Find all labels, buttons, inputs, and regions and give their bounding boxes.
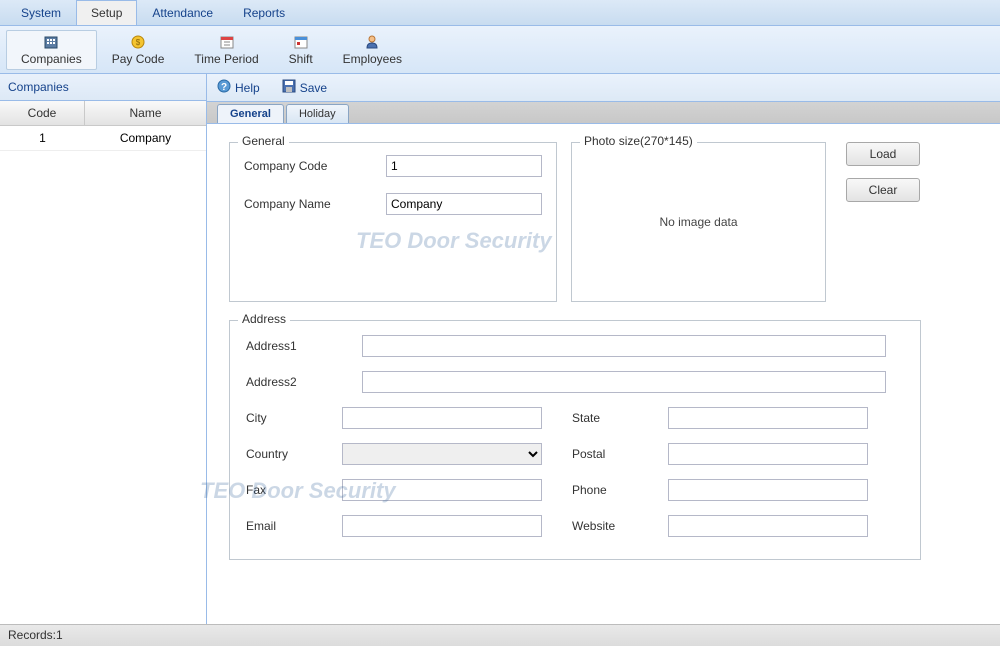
postal-label: Postal [572, 447, 668, 461]
toolbar-employees-label: Employees [343, 52, 402, 66]
fax-label: Fax [246, 483, 342, 497]
timeperiod-icon [219, 34, 235, 50]
svg-text:$: $ [136, 38, 141, 47]
state-label: State [572, 411, 668, 425]
legend-photo: Photo size(270*145) [580, 134, 697, 148]
toolbar-shift-label: Shift [289, 52, 313, 66]
records-count: Records:1 [8, 628, 63, 642]
menu-reports[interactable]: Reports [228, 0, 300, 25]
svg-text:?: ? [221, 82, 227, 93]
company-code-label: Company Code [244, 159, 386, 173]
form-area: General Company Code Company Name Photo … [207, 124, 1000, 624]
menu-bar: System Setup Attendance Reports [0, 0, 1000, 26]
employees-icon [364, 34, 380, 50]
menu-attendance[interactable]: Attendance [137, 0, 228, 25]
save-button[interactable]: Save [282, 79, 327, 96]
company-name-input[interactable] [386, 193, 542, 215]
toolbar-timeperiod[interactable]: Time Period [179, 30, 273, 70]
toolbar-companies[interactable]: Companies [6, 30, 97, 70]
sidebar-title: Companies [0, 74, 206, 101]
email-label: Email [246, 519, 342, 533]
menu-setup[interactable]: Setup [76, 0, 137, 25]
country-select[interactable] [342, 443, 542, 465]
content-area: Companies Code Name 1 Company ? Help Sav… [0, 74, 1000, 624]
city-label: City [246, 411, 342, 425]
table-row[interactable]: 1 Company [0, 126, 206, 151]
toolbar: Companies $ Pay Code Time Period Shift E… [0, 26, 1000, 74]
companies-icon [43, 34, 59, 50]
toolbar-paycode-label: Pay Code [112, 52, 165, 66]
state-input[interactable] [668, 407, 868, 429]
save-icon [282, 79, 296, 96]
toolbar-companies-label: Companies [21, 52, 82, 66]
help-button[interactable]: ? Help [217, 79, 260, 96]
toolbar-timeperiod-label: Time Period [194, 52, 258, 66]
tab-bar: General Holiday [207, 102, 1000, 124]
grid-header: Code Name [0, 101, 206, 126]
toolbar-shift[interactable]: Shift [274, 30, 328, 70]
menu-system[interactable]: System [6, 0, 76, 25]
tab-general[interactable]: General [217, 104, 284, 123]
address2-label: Address2 [246, 375, 342, 389]
action-bar: ? Help Save [207, 74, 1000, 102]
company-code-input[interactable] [386, 155, 542, 177]
tab-holiday[interactable]: Holiday [286, 104, 349, 123]
paycode-icon: $ [130, 34, 146, 50]
grid-header-name[interactable]: Name [85, 101, 206, 125]
save-label: Save [300, 81, 327, 95]
website-label: Website [572, 519, 668, 533]
clear-button[interactable]: Clear [846, 178, 920, 202]
toolbar-employees[interactable]: Employees [328, 30, 417, 70]
email-input[interactable] [342, 515, 542, 537]
toolbar-paycode[interactable]: $ Pay Code [97, 30, 180, 70]
legend-address: Address [238, 312, 290, 326]
address2-input[interactable] [362, 371, 886, 393]
shift-icon [293, 34, 309, 50]
no-image-text: No image data [659, 215, 737, 229]
fieldset-address: Address Address1 Address2 City State [229, 320, 921, 560]
main-panel: ? Help Save General Holiday General Comp… [207, 74, 1000, 624]
load-button[interactable]: Load [846, 142, 920, 166]
help-icon: ? [217, 79, 231, 96]
cell-code: 1 [0, 126, 85, 150]
company-name-label: Company Name [244, 197, 386, 211]
grid-header-code[interactable]: Code [0, 101, 85, 125]
address1-input[interactable] [362, 335, 886, 357]
status-bar: Records:1 [0, 624, 1000, 646]
country-label: Country [246, 447, 342, 461]
fax-input[interactable] [342, 479, 542, 501]
cell-name: Company [85, 126, 206, 150]
postal-input[interactable] [668, 443, 868, 465]
help-label: Help [235, 81, 260, 95]
fieldset-photo: Photo size(270*145) No image data [571, 142, 826, 302]
phone-input[interactable] [668, 479, 868, 501]
sidebar: Companies Code Name 1 Company [0, 74, 207, 624]
fieldset-general: General Company Code Company Name [229, 142, 557, 302]
address1-label: Address1 [246, 339, 342, 353]
website-input[interactable] [668, 515, 868, 537]
legend-general: General [238, 134, 289, 148]
phone-label: Phone [572, 483, 668, 497]
city-input[interactable] [342, 407, 542, 429]
